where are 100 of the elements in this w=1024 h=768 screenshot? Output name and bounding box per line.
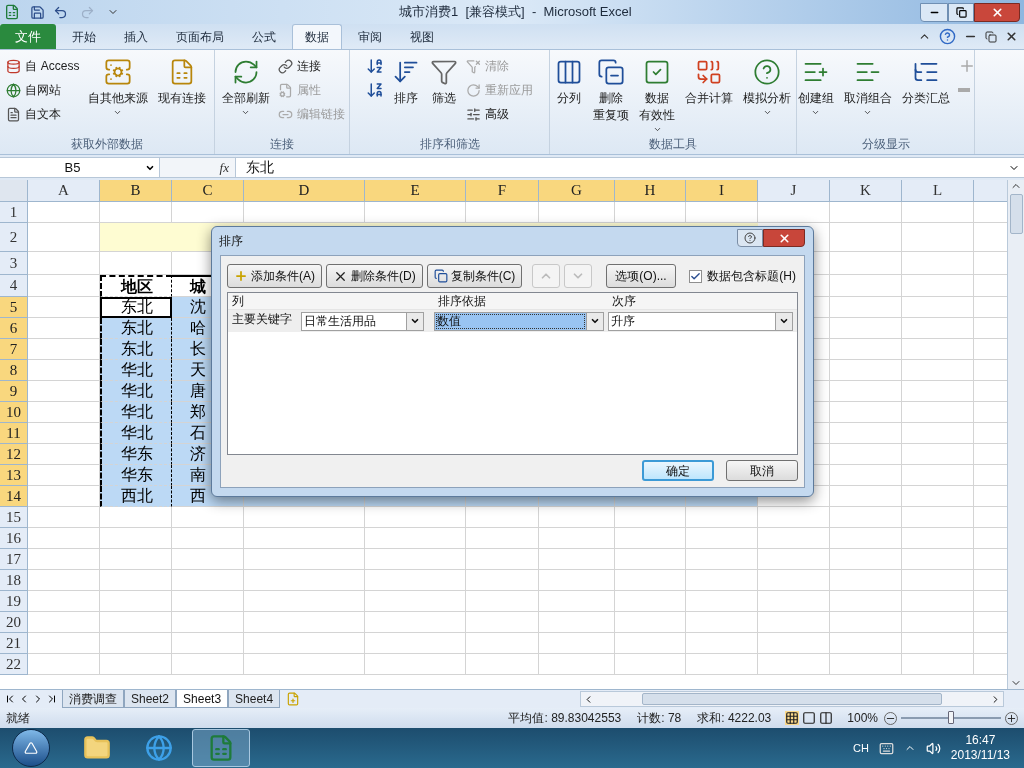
vertical-scrollbar[interactable]	[1007, 180, 1024, 689]
first-sheet-icon[interactable]	[4, 693, 16, 705]
ribbon-button[interactable]: 数据 有效性	[637, 54, 677, 134]
file-tab[interactable]: 文件	[0, 24, 56, 49]
column-header[interactable]: D	[244, 180, 365, 201]
dialog-toolbar-button[interactable]: 复制条件(C)	[426, 264, 523, 288]
row-header[interactable]: 5	[0, 297, 28, 318]
ribbon-tab[interactable]: 数据	[292, 24, 342, 49]
start-button[interactable]	[12, 729, 50, 767]
column-header[interactable]: F	[466, 180, 539, 201]
ribbon-button[interactable]: 取消组合	[841, 54, 894, 134]
column-header[interactable]: G	[539, 180, 615, 201]
checkbox[interactable]	[689, 269, 703, 283]
speaker-icon[interactable]	[925, 740, 941, 756]
ribbon-button[interactable]: 排序	[390, 54, 422, 134]
taskbar-button[interactable]	[192, 729, 250, 767]
ribbon-button[interactable]: 模拟分析	[741, 54, 793, 134]
column-header[interactable]: H	[615, 180, 686, 201]
ribbon-button[interactable]: 创建组	[795, 54, 836, 134]
ribbon-button[interactable]: 分列	[553, 54, 585, 134]
row-header[interactable]: 1	[0, 202, 28, 223]
dropdown-field[interactable]: 日常生活用品	[301, 311, 424, 331]
restore-button[interactable]	[948, 2, 974, 22]
ribbon-tab[interactable]: 视图	[398, 24, 446, 49]
page-break-icon[interactable]	[819, 711, 834, 725]
column-header[interactable]: B	[100, 180, 172, 201]
row-header[interactable]: 4	[0, 275, 28, 297]
row-header[interactable]: 16	[0, 528, 28, 549]
row-header[interactable]: 20	[0, 612, 28, 633]
save-icon[interactable]	[30, 4, 45, 20]
zoom-slider-thumb[interactable]	[948, 711, 954, 724]
ok-button[interactable]: 确定	[642, 460, 714, 481]
scroll-thumb[interactable]	[642, 693, 943, 705]
undo-icon[interactable]	[53, 4, 68, 20]
scroll-thumb[interactable]	[1009, 194, 1023, 234]
dropdown-field[interactable]: 数值	[434, 311, 604, 331]
ribbon-button[interactable]: 分类汇总	[899, 54, 952, 134]
column-header[interactable]: L	[902, 180, 974, 201]
close-button[interactable]	[763, 229, 805, 247]
sheet-tab[interactable]: Sheet4	[228, 690, 281, 708]
row-header[interactable]: 11	[0, 423, 28, 444]
row-header[interactable]: 2	[0, 223, 28, 252]
row-header[interactable]: 22	[0, 654, 28, 675]
insert-function-button[interactable]: fx	[219, 157, 229, 178]
dialog-toolbar-button[interactable]: 选项(O)...	[606, 264, 676, 288]
last-sheet-icon[interactable]	[46, 693, 58, 705]
close-icon[interactable]	[1005, 30, 1018, 43]
row-header[interactable]: 14	[0, 486, 28, 507]
cancel-button[interactable]: 取消	[726, 460, 798, 481]
restore-icon[interactable]	[985, 30, 997, 43]
horizontal-scrollbar[interactable]	[580, 691, 1004, 707]
ribbon-button[interactable]: 现有连接	[155, 54, 208, 134]
zoom-level[interactable]: 100%	[847, 709, 878, 727]
ribbon-tab[interactable]: 开始	[60, 24, 108, 49]
ribbon-button[interactable]: 自其他来源	[85, 54, 150, 134]
row-header[interactable]: 6	[0, 318, 28, 339]
ribbon-tab[interactable]: 公式	[240, 24, 288, 49]
ribbon-button[interactable]: 自网站	[6, 78, 80, 102]
clock[interactable]: 16:47 2013/11/13	[950, 733, 1010, 763]
ribbon-button[interactable]: 连接	[277, 54, 345, 78]
keyboard-icon[interactable]	[878, 740, 894, 756]
sheet-tab[interactable]: Sheet3	[176, 690, 229, 708]
row-header[interactable]: 7	[0, 339, 28, 360]
ribbon-button[interactable]: 自文本	[6, 102, 80, 126]
row-header[interactable]: 15	[0, 507, 28, 528]
row-header[interactable]: 18	[0, 570, 28, 591]
row-header[interactable]: 13	[0, 465, 28, 486]
ribbon-button[interactable]: 删除 重复项	[591, 54, 631, 134]
ribbon-tab[interactable]: 插入	[112, 24, 160, 49]
row-header[interactable]: 21	[0, 633, 28, 654]
row-header[interactable]: 10	[0, 402, 28, 423]
ribbon-button[interactable]: 筛选	[428, 54, 460, 134]
ribbon-tab[interactable]: 审阅	[346, 24, 394, 49]
row-header[interactable]: 8	[0, 360, 28, 381]
dialog-toolbar-button[interactable]: 添加条件(A)	[227, 264, 322, 288]
normal-view-icon[interactable]	[785, 711, 800, 725]
ribbon-button[interactable]: 自 Access	[6, 54, 80, 78]
row-header[interactable]: 9	[0, 381, 28, 402]
column-header[interactable]: C	[172, 180, 244, 201]
ribbon-button[interactable]: 合并计算	[683, 54, 735, 134]
column-header[interactable]: E	[365, 180, 466, 201]
dialog-toolbar-button[interactable]: 删除条件(D)	[326, 264, 423, 288]
sheet-tab[interactable]: 消费调查	[62, 690, 124, 708]
close-button[interactable]	[974, 2, 1020, 22]
column-header[interactable]: J	[758, 180, 830, 201]
column-header[interactable]: I	[686, 180, 758, 201]
help-button[interactable]	[737, 229, 763, 247]
column-header[interactable]: K	[830, 180, 902, 201]
row-header[interactable]: 19	[0, 591, 28, 612]
ribbon-button[interactable]: 高级	[466, 102, 533, 126]
row-header[interactable]: 12	[0, 444, 28, 465]
page-layout-icon[interactable]	[802, 711, 817, 725]
row-header[interactable]: 17	[0, 549, 28, 570]
dropdown-field[interactable]: 升序	[608, 311, 793, 331]
language-indicator[interactable]: CH	[852, 739, 869, 757]
ribbon-button[interactable]: 全部刷新	[219, 54, 272, 134]
help-icon[interactable]	[939, 28, 956, 45]
formula-input[interactable]: 东北	[246, 157, 274, 178]
sheet-tab[interactable]: Sheet2	[124, 690, 177, 708]
row-header[interactable]: 3	[0, 252, 28, 275]
